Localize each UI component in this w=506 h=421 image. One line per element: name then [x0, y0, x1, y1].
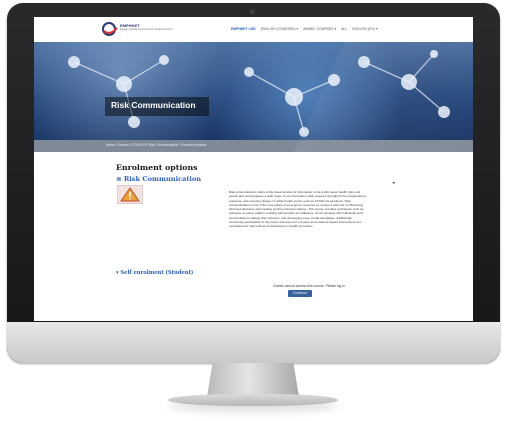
top-navbar: EMPHNET Eastern Mediterranean Public Hea… — [34, 17, 473, 43]
monitor-chin — [7, 322, 500, 363]
monitor-base — [168, 394, 338, 406]
webcam-icon — [250, 9, 255, 14]
course-name-link[interactable]: ≡ Risk Communication — [116, 175, 201, 183]
page-title: Enrolment options — [116, 163, 198, 172]
nav-item-english-courses[interactable]: ENGLISH (COURSES) ▾ — [261, 27, 299, 31]
hero-title: Risk Communication — [111, 100, 196, 110]
course-summary: Risk communication refers to the dissemi… — [229, 190, 367, 229]
monitor-stand — [207, 363, 299, 397]
self-enrolment-toggle[interactable]: ▾ Self enrolment (Student) — [116, 270, 193, 276]
main-content: Enrolment options ≡ Risk Communication ◂… — [34, 152, 473, 321]
logo-subtitle: Eastern Mediterranean Public Health Netw… — [120, 28, 173, 31]
collapse-icon[interactable]: ◂ — [392, 180, 395, 186]
guest-notice: Guests cannot access this course. Please… — [273, 284, 346, 288]
continue-button[interactable]: Continue — [288, 290, 312, 297]
hero-title-box: Risk Communication — [105, 97, 209, 116]
breadcrumb-bar: Home / Courses / COVID-19 / Risk Communi… — [34, 140, 473, 152]
breadcrumb[interactable]: Home / Courses / COVID-19 / Risk Communi… — [106, 143, 207, 147]
hero-banner: Risk Communication — [34, 42, 473, 140]
course-image — [117, 185, 143, 204]
emphnet-logo-icon[interactable] — [102, 22, 118, 36]
screen: EMPHNET Eastern Mediterranean Public Hea… — [34, 17, 473, 321]
language-selector[interactable]: ENGLISH (EN) ▾ — [352, 27, 377, 31]
nav-item-lms[interactable]: EMPHNET LMS — [231, 27, 256, 31]
main-nav: EMPHNET LMS ENGLISH (COURSES) ▾ ARABIC C… — [231, 27, 378, 31]
warning-icon — [120, 187, 140, 202]
nav-item-all[interactable]: ALL — [341, 27, 347, 31]
molecule-illustration — [68, 50, 450, 137]
nav-item-arabic-courses[interactable]: ARABIC COURSES ▾ — [303, 27, 336, 31]
